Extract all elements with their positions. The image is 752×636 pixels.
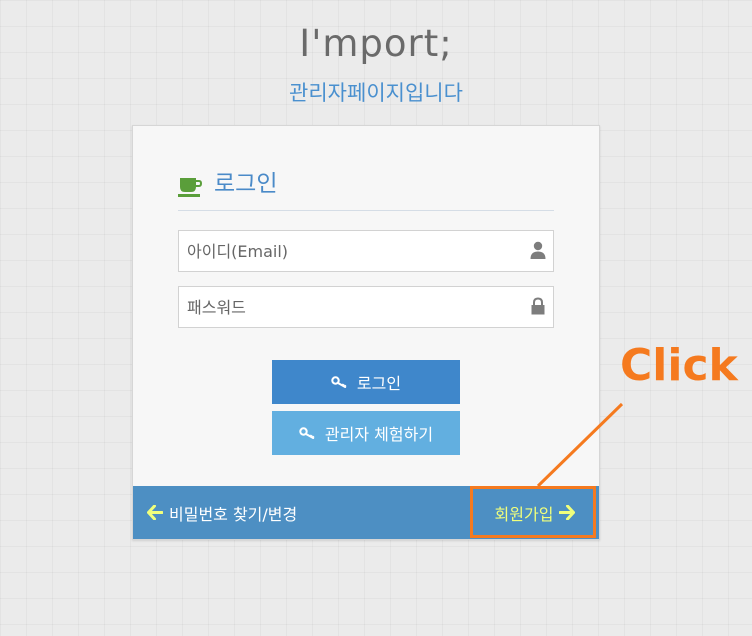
password-input[interactable] (179, 287, 517, 327)
user-icon (530, 241, 546, 259)
app-subtitle: 관리자페이지입니다 (289, 81, 463, 105)
login-title: 로그인 (214, 171, 278, 197)
login-button-label: 로그인 (356, 374, 402, 393)
find-password-label: 비밀번호 찾기/변경 (169, 504, 298, 524)
admin-demo-button-label: 관리자 체험하기 (324, 425, 434, 444)
card-footer: 비밀번호 찾기/변경 회원가입 (133, 486, 599, 539)
login-card: 로그인 로그인 관리자 체험하기 (132, 125, 600, 540)
login-button[interactable]: 로그인 (272, 360, 460, 404)
card-header: 로그인 (178, 168, 554, 211)
click-annotation-label: Click (620, 340, 738, 391)
email-input[interactable] (179, 231, 517, 271)
admin-demo-button[interactable]: 관리자 체험하기 (272, 411, 460, 455)
key-icon (299, 427, 315, 439)
find-password-link[interactable]: 비밀번호 찾기/변경 (147, 486, 297, 539)
lock-icon (531, 297, 545, 315)
arrow-right-icon (559, 505, 576, 520)
app-title: I'mport; (299, 22, 453, 65)
email-field[interactable] (178, 230, 554, 272)
arrow-left-icon (147, 505, 163, 520)
key-icon (331, 376, 347, 388)
signup-link[interactable]: 회원가입 (471, 486, 599, 539)
signup-label: 회원가입 (494, 504, 554, 524)
password-field[interactable] (178, 286, 554, 328)
coffee-cup-icon (178, 178, 202, 197)
